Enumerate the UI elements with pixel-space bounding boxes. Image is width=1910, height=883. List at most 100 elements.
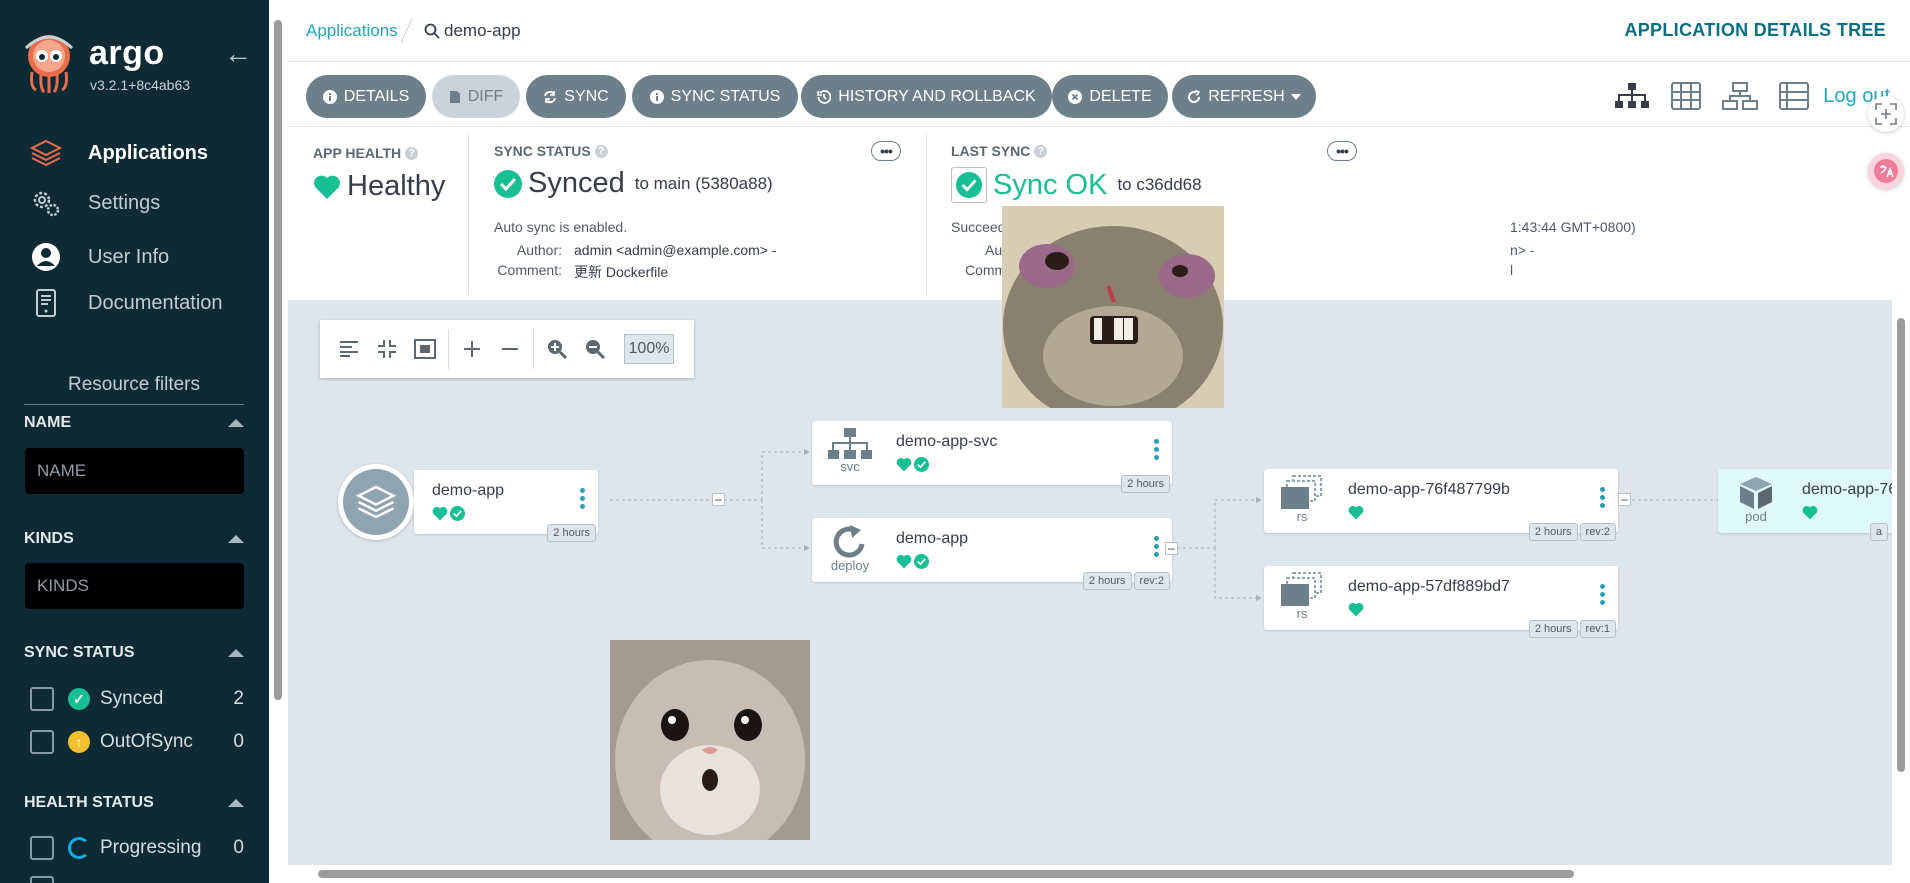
node-replicaset[interactable]: rs demo-app-76f487799b 2 hours rev:2 [1264, 469, 1618, 541]
filter-progressing[interactable]: Progressing 0 [30, 836, 244, 860]
node-service[interactable]: svc demo-app-svc 2 hours [812, 421, 1172, 493]
nav-user-info-label: User Info [88, 245, 170, 268]
info-icon [322, 89, 337, 104]
sync-status-button[interactable]: SYNC STATUS [632, 75, 798, 118]
sync-status-more-button[interactable]: ••• [871, 141, 901, 161]
node-pod[interactable]: pod demo-app-76 a [1718, 469, 1892, 541]
canvas-vertical-scrollbar-thumb[interactable] [1897, 318, 1905, 772]
collapse-triangle-icon[interactable] [228, 649, 244, 657]
grid-view-icon[interactable] [1666, 78, 1706, 114]
breadcrumb-current-app[interactable]: demo-app [424, 21, 521, 41]
align-left-icon[interactable] [330, 330, 368, 368]
sync-status-filter-heading-label: SYNC STATUS [24, 644, 135, 661]
version-label: v3.2.1+8c4ab63 [90, 77, 191, 93]
last-sync-text: Sync OK [993, 168, 1108, 201]
health-status-filter-heading[interactable]: HEALTH STATUS [24, 794, 244, 812]
sync-status-filter-heading[interactable]: SYNC STATUS [24, 644, 244, 662]
node-menu-icon[interactable] [1154, 439, 1160, 460]
delete-button[interactable]: DELETE [1052, 75, 1168, 118]
zoom-separator [533, 329, 534, 369]
zoom-in-icon[interactable] [538, 330, 576, 368]
argo-logo-icon[interactable] [22, 32, 76, 94]
partial-checkbox[interactable] [30, 876, 54, 883]
network-view-icon[interactable] [1720, 78, 1760, 114]
node-kind: rs [1296, 606, 1308, 621]
filter-progressing-count: 0 [233, 837, 244, 858]
details-button-label: DETAILS [343, 87, 410, 105]
name-filter-heading[interactable]: NAME [24, 414, 244, 432]
filter-out-of-sync[interactable]: ↑ OutOfSync 0 [30, 730, 244, 754]
help-icon[interactable]: ? [594, 144, 608, 158]
scan-plus-icon[interactable] [1868, 96, 1904, 132]
sidebar-scrollbar[interactable] [273, 10, 283, 870]
zoom-out-icon[interactable] [576, 330, 614, 368]
tree-view-icon[interactable] [1612, 78, 1652, 114]
node-name: demo-app-57df889bd7 [1348, 578, 1510, 595]
sync-comment-value: 更新 Dockerfile [574, 264, 669, 280]
canvas-horizontal-scrollbar[interactable] [288, 865, 1892, 883]
filter-partial-row[interactable] [30, 876, 244, 883]
chevron-down-icon [1290, 93, 1301, 100]
nav-documentation[interactable]: Documentation [28, 285, 223, 321]
collapse-node-toggle[interactable]: – [712, 493, 725, 506]
nav-user-info[interactable]: User Info [28, 239, 169, 275]
node-tags: 2 hours rev:2 [1082, 572, 1170, 590]
help-icon[interactable]: ? [1034, 144, 1048, 158]
details-button[interactable]: DETAILS [306, 75, 426, 118]
collapse-sidebar-icon[interactable]: ← [224, 38, 252, 70]
node-tags: 2 hours rev:1 [1528, 620, 1616, 638]
replicaset-stack-icon: rs [1274, 475, 1330, 529]
translate-icon[interactable] [1868, 153, 1904, 189]
network-icon: svc [822, 427, 878, 481]
kinds-filter-input[interactable] [25, 563, 244, 609]
out-of-sync-checkbox[interactable] [30, 730, 54, 754]
last-sync-more-button[interactable]: ••• [1327, 141, 1357, 161]
breadcrumb-applications[interactable]: Applications [306, 21, 398, 41]
nav-settings[interactable]: Settings [28, 185, 160, 221]
refresh-button[interactable]: REFRESH [1172, 75, 1316, 118]
help-icon[interactable]: ? [405, 146, 419, 160]
node-name: demo-app-76f487799b [1348, 481, 1510, 498]
node-application[interactable]: demo-app 2 hours [414, 470, 598, 542]
filter-synced-count: 2 [233, 688, 244, 709]
minus-icon[interactable] [491, 330, 529, 368]
root-app-circle[interactable] [338, 464, 414, 540]
app-health-text: Healthy [347, 170, 446, 202]
node-kind: deploy [830, 558, 870, 573]
collapse-node-toggle[interactable]: – [1165, 542, 1178, 555]
node-deployment[interactable]: deploy demo-app 2 hours rev:2 [812, 518, 1172, 590]
list-view-icon[interactable] [1774, 78, 1814, 114]
revision-tag: rev:2 [1579, 523, 1616, 541]
filter-synced-label: Synced [100, 688, 164, 709]
fit-to-screen-icon[interactable] [406, 330, 444, 368]
node-menu-icon[interactable] [1154, 536, 1160, 557]
zoom-level: 100% [624, 334, 674, 364]
sync-button[interactable]: SYNC [526, 75, 626, 118]
synced-checkbox[interactable] [30, 687, 54, 711]
node-menu-icon[interactable] [580, 488, 586, 509]
name-filter-input[interactable] [25, 448, 244, 494]
diff-button[interactable]: DIFF [432, 75, 520, 118]
collapse-node-toggle[interactable]: – [1618, 493, 1631, 506]
canvas-vertical-scrollbar[interactable] [1892, 300, 1910, 865]
history-rollback-button[interactable]: HISTORY AND ROLLBACK [801, 75, 1052, 118]
sidebar-scrollbar-thumb[interactable] [274, 20, 282, 700]
node-replicaset[interactable]: rs demo-app-57df889bd7 2 hours rev:1 [1264, 566, 1618, 638]
nav-applications[interactable]: Applications [28, 135, 208, 171]
collapse-triangle-icon[interactable] [228, 419, 244, 427]
collapse-triangle-icon[interactable] [228, 535, 244, 543]
compress-icon[interactable] [368, 330, 406, 368]
canvas-horizontal-scrollbar-thumb[interactable] [318, 870, 1574, 878]
layers-icon [28, 137, 64, 169]
node-menu-icon[interactable] [1600, 487, 1606, 508]
check-square-icon [951, 167, 987, 203]
refresh-button-label: REFRESH [1208, 87, 1285, 105]
filter-synced[interactable]: ✓ Synced 2 [30, 687, 244, 711]
kinds-filter-heading[interactable]: KINDS [24, 530, 244, 548]
plus-icon[interactable] [453, 330, 491, 368]
last-sync-comment-fragment: l [1510, 262, 1514, 278]
node-menu-icon[interactable] [1600, 584, 1606, 605]
progressing-checkbox[interactable] [30, 836, 54, 860]
node-kind: svc [840, 459, 860, 474]
collapse-triangle-icon[interactable] [228, 799, 244, 807]
